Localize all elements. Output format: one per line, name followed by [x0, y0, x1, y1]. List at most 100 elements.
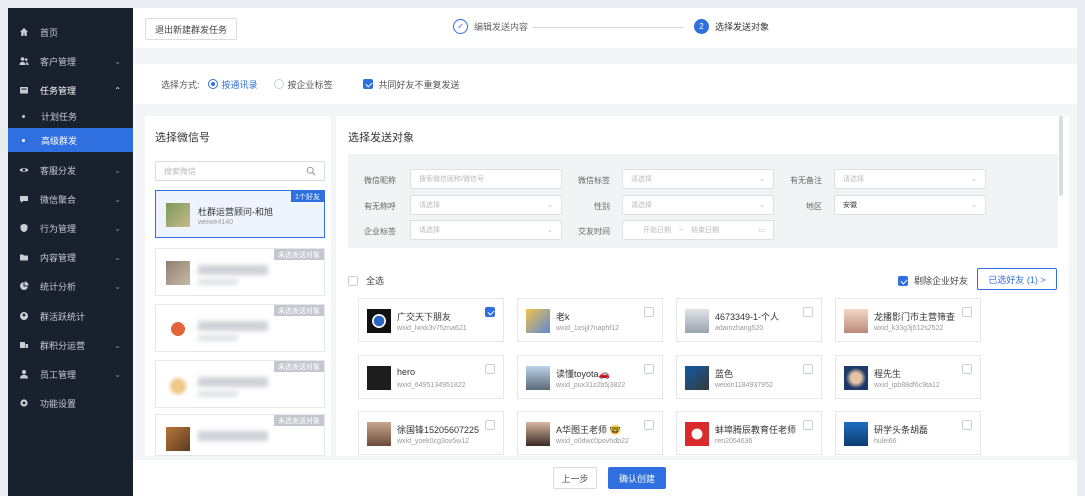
select-placeholder: 请选择	[419, 202, 440, 209]
friend-card[interactable]: 蓝色 weixin1184937952	[676, 355, 822, 399]
confirm-create-button[interactable]: 确认创建	[608, 467, 666, 489]
sidebar-item-statistics[interactable]: 统计分析 ⌄	[8, 272, 133, 300]
radio-by-enterprise-tag[interactable]	[273, 79, 284, 89]
friend-checkbox[interactable]	[803, 364, 813, 374]
radio-by-contacts-label[interactable]: 按通讯录	[222, 78, 258, 91]
friend-name: 读懂toyota🚗	[556, 369, 610, 379]
sidebar-item-distribution[interactable]: 客服分发 ⌄	[8, 156, 133, 184]
scrollbar[interactable]	[1059, 116, 1063, 196]
chevron-down-icon: ⌄	[114, 340, 121, 350]
friend-id: wxid_1xsjjt7naphf12	[556, 325, 620, 332]
friend-checkbox[interactable]	[485, 420, 495, 430]
avatar	[685, 422, 709, 446]
exit-create-task-button[interactable]: 退出新建群发任务	[145, 18, 237, 40]
friend-checkbox[interactable]	[644, 307, 654, 317]
friend-checkbox[interactable]	[644, 420, 654, 430]
sidebar-item-customers[interactable]: 客户管理 ⌄	[8, 47, 133, 75]
chevron-up-icon: ⌃	[114, 85, 121, 95]
sidebar-item-settings[interactable]: 功能设置	[8, 389, 133, 417]
enterprise-tag-select[interactable]: 请选择 ⌄	[410, 220, 562, 240]
wechat-account-card[interactable]: 未选发送对象	[155, 304, 325, 352]
wechat-account-card[interactable]: 未选发送对象	[155, 248, 325, 296]
friend-checkbox[interactable]	[962, 307, 972, 317]
friend-id: wxid_pux31z2b5j3822	[556, 382, 626, 389]
select-all-checkbox[interactable]	[348, 275, 358, 286]
friend-time-label: 交友时间	[578, 227, 610, 236]
sidebar-subitem-advanced-broadcast[interactable]: 高级群发	[8, 128, 133, 152]
avatar	[166, 317, 190, 341]
friend-card[interactable]: 老k wxid_1xsjjt7naphf12	[517, 298, 663, 342]
sidebar-item-label: 内容管理	[40, 252, 77, 263]
exclude-enterprise-friends[interactable]: 剔除企业好友	[898, 274, 968, 287]
friend-card[interactable]: A华图王老师 🤓 wxid_o0dwc0povhdb22	[517, 411, 663, 455]
sidebar-item-content[interactable]: 内容管理 ⌄	[8, 243, 133, 271]
wechat-tag-select[interactable]: 请选择 ⌄	[622, 169, 774, 189]
users-icon	[18, 55, 30, 67]
sidebar-item-label: 群积分运营	[40, 340, 86, 351]
nickname-search-input[interactable]: 搜索微信昵称/微信号	[410, 169, 562, 189]
main-content: 退出新建群发任务 ✓ 编辑发送内容 2 选择发送对象 选择方式: 按通讯录 按企…	[133, 8, 1077, 496]
friend-checkbox[interactable]	[803, 307, 813, 317]
sidebar-item-wechat-aggregate[interactable]: 微信聚合 ⌄	[8, 185, 133, 213]
wechat-account-panel: 选择微信号 搜索微信 杜群运营顾问-和旭 weiwe4140 1个好友 未选发送…	[145, 116, 331, 456]
radio-by-enterprise-tag-label[interactable]: 按企业标签	[288, 78, 333, 91]
friend-name: 蓝色	[715, 369, 734, 379]
friend-checkbox[interactable]	[485, 364, 495, 374]
select-all[interactable]: 全选	[348, 274, 384, 287]
friend-card[interactable]: 蚌埠腾辰教育任老师 ren2054636	[676, 411, 822, 455]
person-icon	[18, 368, 30, 380]
wechat-account-card[interactable]: 未选发送对象	[155, 414, 325, 456]
start-date-placeholder: 开始日期	[643, 227, 671, 234]
sidebar-item-group-points[interactable]: 群积分运营 ⌄	[8, 331, 133, 359]
greeting-select[interactable]: 请选择 ⌄	[410, 195, 562, 215]
selected-friends-button[interactable]: 已选好友 (1) >	[977, 268, 1057, 290]
select-mode-bar: 选择方式: 按通讯录 按企业标签 共同好友不重复发送	[133, 64, 1077, 104]
wechat-search-input[interactable]: 搜索微信	[155, 161, 325, 181]
friend-checkbox[interactable]	[644, 364, 654, 374]
friend-name: 程先生	[874, 369, 902, 379]
sidebar-item-staff[interactable]: 员工管理 ⌄	[8, 360, 133, 388]
friend-time-range-picker[interactable]: 开始日期 ~ 结束日期 ▭	[622, 220, 774, 240]
friend-card[interactable]: 广交天下朋友 wxid_lwxk3v75zna621	[358, 298, 504, 342]
blurred-name	[198, 431, 268, 441]
friend-card[interactable]: 程先生 wxid_ipb88df6c9ta12	[835, 355, 981, 399]
select-placeholder: 请选择	[419, 227, 440, 234]
radio-by-contacts[interactable]	[207, 79, 218, 89]
friend-card[interactable]: 4673349-1-个人 adamzhang520	[676, 298, 822, 342]
chevron-down-icon: ⌄	[114, 165, 121, 175]
sidebar-subitem-plan[interactable]: 计划任务	[8, 104, 133, 128]
group-icon	[18, 310, 30, 322]
panel-title: 选择微信号	[155, 132, 210, 144]
sidebar-item-behavior[interactable]: 行为管理 ⌄	[8, 214, 133, 242]
remark-select[interactable]: 请选择 ⌄	[834, 169, 986, 189]
app-root: 首页 客户管理 ⌄ 任务管理 ⌃ 计划任务 高级群发 客服分发 ⌄ 微信聚合 ⌄…	[0, 0, 1085, 496]
avatar	[166, 373, 190, 397]
sidebar-item-home[interactable]: 首页	[8, 18, 133, 46]
friend-id: wxid_o0dwc0povhdb22	[556, 438, 629, 445]
friend-name: 蚌埠腾辰教育任老师	[715, 425, 797, 435]
friend-checkbox[interactable]	[962, 420, 972, 430]
avatar	[526, 422, 550, 446]
exclude-enterprise-checkbox[interactable]	[898, 275, 908, 286]
friend-card[interactable]: 研学头条胡磊 hulei66	[835, 411, 981, 455]
nickname-placeholder: 搜索微信昵称/微信号	[419, 176, 484, 183]
dedupe-checkbox[interactable]	[362, 79, 373, 89]
friend-checkbox[interactable]	[803, 420, 813, 430]
gender-select[interactable]: 请选择 ⌄	[622, 195, 774, 215]
friend-card[interactable]: 龙播影门市主营筛查 wxid_k33g3j512s2522	[835, 298, 981, 342]
region-select[interactable]: 安徽 ⌄	[834, 195, 986, 215]
friend-card[interactable]: 读懂toyota🚗 wxid_pux31z2b5j3822	[517, 355, 663, 399]
search-icon[interactable]	[306, 166, 316, 176]
friend-checkbox[interactable]	[962, 364, 972, 374]
friend-card[interactable]: 徐国锋15205607225 wxid_yoek0cg3ov5w12	[358, 411, 504, 455]
friend-card[interactable]: hero wxid_6495134951822	[358, 355, 504, 399]
previous-step-button[interactable]: 上一步	[553, 467, 597, 489]
avatar	[844, 366, 868, 390]
wechat-account-card[interactable]: 杜群运营顾问-和旭 weiwe4140 1个好友	[155, 190, 325, 238]
wechat-account-card[interactable]: 未选发送对象	[155, 360, 325, 408]
friend-checkbox[interactable]	[485, 307, 495, 317]
friend-id: weixin1184937952	[715, 382, 773, 389]
sidebar-item-tasks[interactable]: 任务管理 ⌃	[8, 76, 133, 104]
friend-count-badge: 1个好友	[291, 191, 324, 202]
sidebar-item-group-activity[interactable]: 群活跃统计	[8, 302, 133, 330]
